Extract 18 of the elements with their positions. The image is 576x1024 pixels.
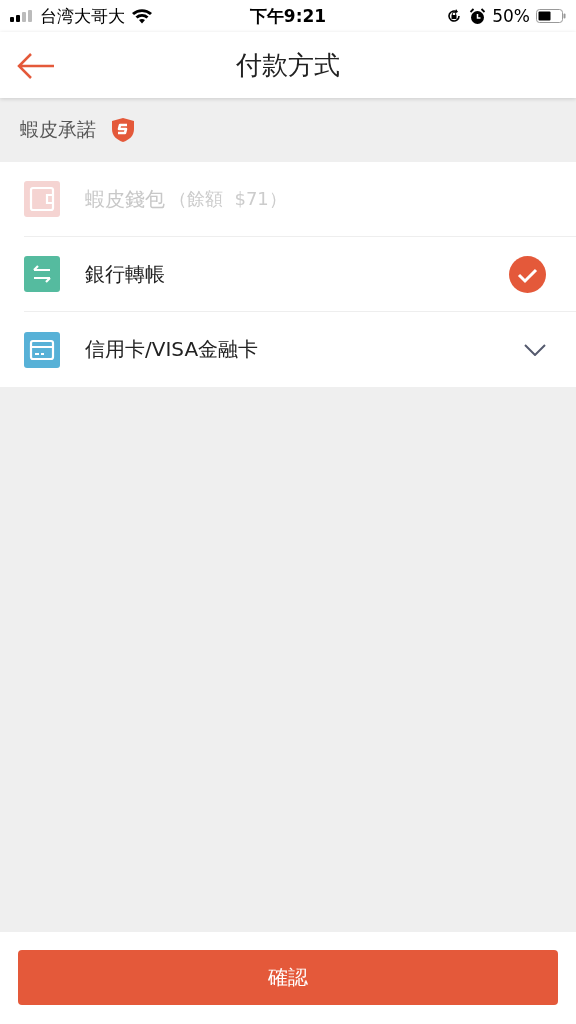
clock-time: 下午9:21 xyxy=(249,4,327,28)
check-icon xyxy=(509,255,546,293)
payment-option[interactable]: 銀行轉帳 xyxy=(24,237,576,312)
payment-name: 銀行轉帳 xyxy=(85,260,165,288)
page-title: 付款方式 xyxy=(236,48,340,82)
confirm-button[interactable]: 確認 xyxy=(18,950,558,1005)
signal-icon xyxy=(10,10,34,22)
payment-option[interactable]: 信用卡/VISA金融卡 xyxy=(24,312,576,387)
carrier-name: 台湾大哥大 xyxy=(40,4,125,28)
shield-icon xyxy=(110,117,136,143)
chevron-down-icon[interactable] xyxy=(524,343,546,356)
alarm-icon xyxy=(469,7,487,25)
wifi-icon xyxy=(131,8,153,24)
battery-icon xyxy=(536,9,566,23)
battery-percent: 50% xyxy=(492,6,530,26)
back-arrow-icon[interactable] xyxy=(16,52,56,80)
payment-name: 信用卡/VISA金融卡 xyxy=(85,336,259,363)
promise-label: 蝦皮承諾 xyxy=(20,117,96,142)
